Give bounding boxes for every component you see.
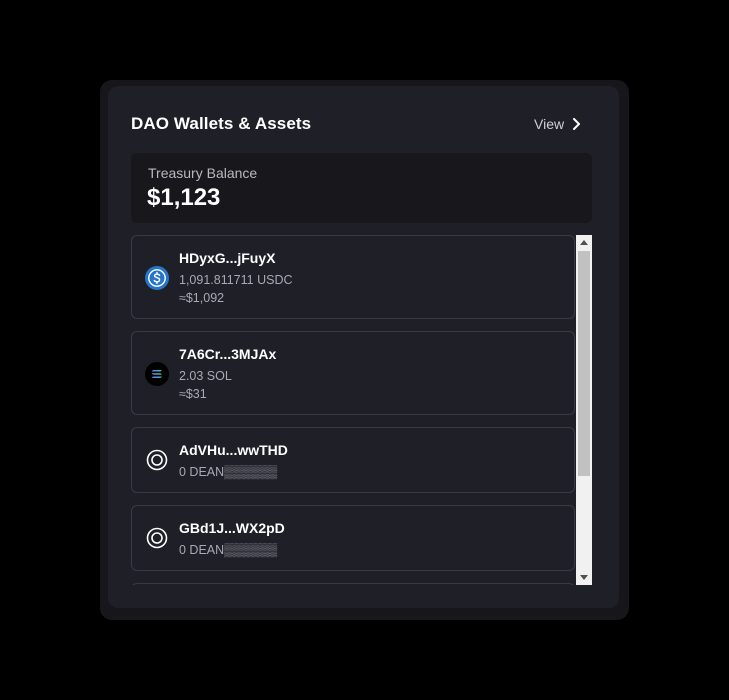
usdc-icon — [145, 266, 169, 290]
wallet-list-scrollbar[interactable] — [576, 235, 592, 585]
token-ring-icon — [146, 527, 168, 549]
treasury-balance-card: Treasury Balance $1,123 — [131, 153, 592, 223]
treasury-balance-label: Treasury Balance — [148, 165, 258, 181]
wallet-token-amount: 0 DEAN▒▒▒▒▒▒ — [179, 543, 278, 557]
wallet-token-amount: 0 DEAN▒▒▒▒▒▒ — [179, 465, 278, 479]
wallet-list[interactable]: HDyxG...jFuyX 1,091.811711 USDC ≈$1,092 … — [131, 235, 575, 585]
panel-title: DAO Wallets & Assets — [131, 114, 312, 133]
treasury-balance-value: $1,123 — [147, 184, 221, 211]
wallet-address: GBd1J...WX2pD — [179, 520, 285, 536]
solana-icon — [145, 362, 169, 386]
wallet-card[interactable]: 7A6Cr...3MJAx 2.03 SOL ≈$31 — [131, 331, 575, 415]
scrollbar-thumb[interactable] — [578, 251, 590, 476]
wallet-usd-value: ≈$1,092 — [179, 291, 225, 305]
chevron-right-icon — [573, 118, 581, 130]
wallet-usd-value: ≈$31 — [179, 387, 207, 401]
wallet-address: HDyxG...jFuyX — [179, 250, 276, 266]
wallet-card[interactable]: AdVHu...wwTHD 0 DEAN▒▒▒▒▒▒ — [131, 427, 575, 493]
wallet-address: 7A6Cr...3MJAx — [179, 346, 277, 362]
view-label: View — [534, 116, 565, 132]
token-ring-icon — [146, 449, 168, 471]
view-link[interactable]: View — [534, 116, 582, 132]
wallet-token-amount: 2.03 SOL — [179, 369, 232, 383]
scroll-down-arrow-icon[interactable] — [580, 575, 588, 580]
scroll-up-arrow-icon[interactable] — [580, 240, 588, 245]
wallet-card[interactable]: HDyxG...jFuyX 1,091.811711 USDC ≈$1,092 — [131, 235, 575, 319]
wallet-token-amount: 1,091.811711 USDC — [179, 273, 293, 287]
wallet-card[interactable]: GBd1J...WX2pD 0 DEAN▒▒▒▒▒▒ — [131, 505, 575, 571]
wallet-card-partial[interactable] — [131, 583, 575, 585]
wallet-address: AdVHu...wwTHD — [179, 442, 288, 458]
